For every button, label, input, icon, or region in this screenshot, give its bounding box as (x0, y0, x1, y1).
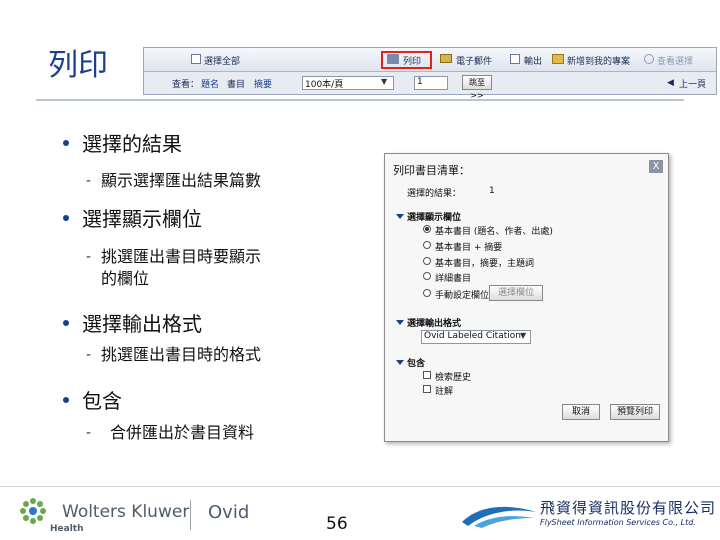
view-label: 查看： (172, 80, 200, 90)
bullet-dot (63, 215, 69, 221)
footer-separator (190, 500, 191, 530)
include-section-heading: 包含 (407, 359, 426, 369)
per-page-value: 100本/頁 (305, 80, 344, 90)
field-option-radio[interactable] (423, 289, 431, 297)
wolters-kluwer-logo (20, 498, 46, 524)
format-section-heading: 選擇輸出格式 (407, 319, 462, 329)
go-button[interactable]: 跳至 >> (462, 75, 492, 100)
product-name: Ovid (208, 502, 250, 523)
expand-triangle-icon[interactable] (396, 214, 404, 219)
footer-divider (0, 486, 720, 487)
selected-results-label: 選擇的結果： (407, 189, 462, 199)
selected-results-value: 1 (489, 186, 495, 196)
include-checkbox[interactable] (423, 371, 431, 379)
bullet-heading: 選擇的結果 (82, 132, 182, 156)
chevron-down-icon[interactable]: ▼ (520, 331, 526, 340)
field-option-label: 手動設定欄位 (435, 291, 490, 301)
print-highlight-box (381, 51, 432, 69)
select-all-label: 選擇全部 (204, 57, 241, 67)
chevron-down-icon[interactable]: ▼ (381, 77, 387, 86)
email-button[interactable]: 電子郵件 (456, 54, 492, 67)
page-number-input[interactable]: 1 (414, 76, 448, 90)
field-option-label: 基本書目 + 摘要 (435, 243, 503, 253)
sub-bullet-dash: - (86, 347, 92, 363)
sub-bullet-dash: - (86, 173, 92, 189)
export-button[interactable]: 輸出 (524, 54, 542, 67)
include-option-label: 檢索歷史 (435, 373, 472, 383)
folder-icon[interactable] (552, 54, 564, 64)
field-option-radio[interactable] (423, 257, 431, 265)
format-value: Ovid Labeled Citation (424, 331, 521, 341)
add-to-folder-button[interactable]: 新增到我的專案 (567, 54, 630, 67)
email-icon[interactable] (440, 54, 452, 63)
view-selected-icon[interactable] (644, 54, 654, 64)
bullet-heading: 包含 (82, 389, 122, 413)
bullet-sub: 挑選匯出書目時的格式 (101, 345, 262, 364)
field-option-label: 詳細書目 (435, 274, 472, 284)
close-button[interactable]: X (649, 160, 663, 173)
bullet-dot (63, 320, 69, 326)
bullet-sub: 顯示選擇匯出結果篇數 (101, 171, 262, 190)
view-option-title[interactable]: 題名 (201, 77, 219, 90)
bullet-sub-line: 的欄位 (101, 269, 150, 288)
select-all-checkbox[interactable] (191, 54, 201, 64)
include-checkbox[interactable] (423, 385, 431, 393)
field-option-label: 基本書目，摘要，主題詞 (435, 259, 535, 269)
page-number: 56 (326, 514, 348, 534)
sub-bullet-dash: - (86, 249, 92, 265)
bullet-dot (63, 397, 69, 403)
cancel-button[interactable]: 取消 (562, 404, 600, 420)
include-option-label: 註解 (435, 387, 454, 397)
sub-bullet-dash: - (86, 425, 92, 441)
bullet-dot (63, 140, 69, 146)
brand-sub: Health (50, 524, 84, 534)
bullet-heading: 選擇輸出格式 (82, 312, 202, 336)
bullet-sub-line: 挑選匯出書目時要顯示 (101, 247, 262, 266)
field-option-radio[interactable] (423, 241, 431, 249)
field-option-radio[interactable] (423, 272, 431, 280)
title-divider (36, 99, 684, 101)
fields-section-heading: 選擇顯示欄位 (407, 213, 462, 223)
expand-triangle-icon[interactable] (396, 360, 404, 365)
format-select[interactable]: Ovid Labeled Citation (421, 330, 531, 344)
select-fields-button[interactable]: 選擇欄位 (489, 285, 543, 301)
brand-name: Wolters Kluwer (62, 502, 190, 522)
prev-page-button[interactable]: 上一頁 (679, 77, 706, 90)
export-icon[interactable] (510, 54, 520, 64)
results-toolbar: 選擇全部 列印 電子郵件 輸出 新增到我的專案 查看選擇 查看： 題名 書目 摘… (143, 47, 717, 100)
slide-title: 列印 (48, 48, 108, 83)
view-option-abstract[interactable]: 摘要 (254, 77, 272, 90)
field-option-radio[interactable] (423, 225, 431, 233)
partner-name: 飛資得資訊股份有限公司 (540, 499, 717, 517)
field-option-label: 基本書目 (題名、作者、出處) (435, 227, 553, 237)
bullet-heading: 選擇顯示欄位 (82, 207, 202, 231)
view-option-citation[interactable]: 書目 (227, 77, 245, 90)
toolbar-actions-row: 選擇全部 列印 電子郵件 輸出 新增到我的專案 查看選擇 (144, 48, 716, 72)
flysheet-logo (462, 506, 536, 528)
partner-sub: FlySheet Information Services Co., Ltd. (540, 518, 696, 527)
page-number-value: 1 (417, 77, 423, 87)
toolbar-view-row: 查看： 題名 書目 摘要 100本/頁 ▼ 1 跳至 >> ◀ 上一頁 (144, 72, 716, 100)
expand-triangle-icon[interactable] (396, 320, 404, 325)
view-selected-button[interactable]: 查看選擇 (657, 54, 693, 67)
print-dialog: 列印書目清單： X 選擇的結果： 1 選擇顯示欄位 基本書目 (題名、作者、出處… (384, 153, 669, 442)
preview-print-button[interactable]: 預覽列印 (610, 404, 660, 420)
prev-arrow-icon[interactable]: ◀ (667, 78, 674, 88)
bullet-sub: 合併匯出於書目資料 (110, 423, 255, 442)
dialog-title: 列印書目清單： (393, 164, 470, 177)
